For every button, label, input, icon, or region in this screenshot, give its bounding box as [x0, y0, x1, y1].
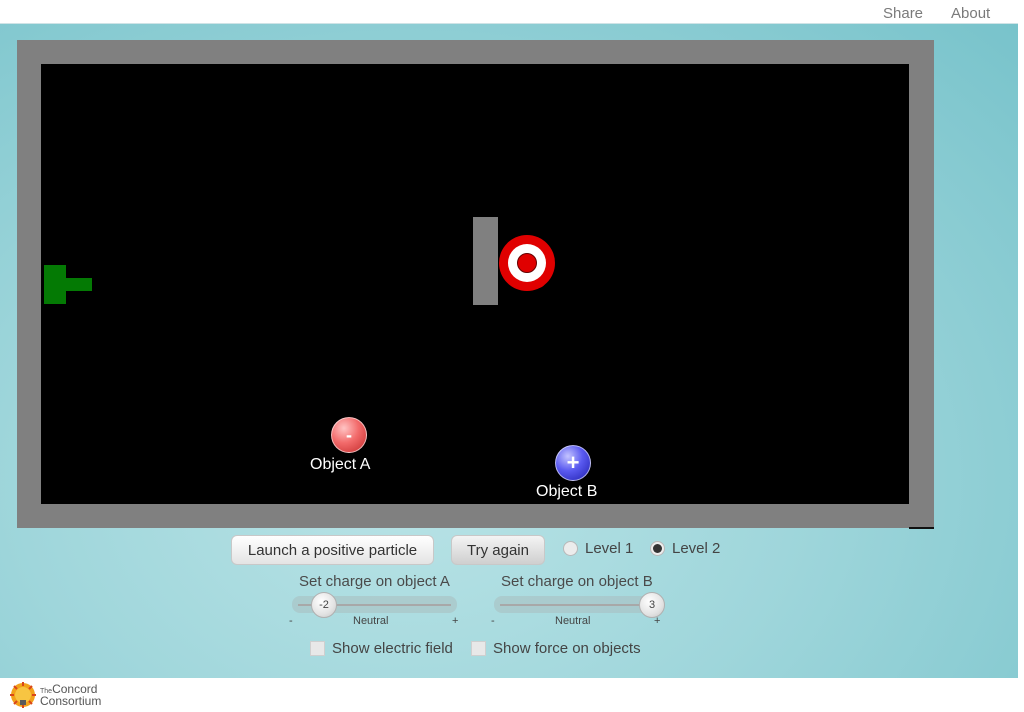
object-a-label: Object A: [310, 456, 371, 473]
lightbulb-sun-icon: [10, 682, 36, 708]
level-2-option[interactable]: Level 2: [650, 540, 720, 557]
slider-b-track[interactable]: [500, 604, 653, 606]
slider-a-max-label: +: [452, 615, 459, 627]
show-force-option[interactable]: Show force on objects: [471, 640, 641, 657]
slider-a-title: Set charge on object A: [299, 573, 450, 590]
bullseye-target: [499, 235, 555, 291]
barrier-wall: [473, 217, 498, 305]
slider-b-mid-label: Neutral: [555, 615, 591, 627]
radio-selected-dot: [653, 544, 662, 553]
level-1-label: Level 1: [585, 540, 634, 557]
show-electric-field-checkbox[interactable]: [310, 641, 325, 656]
level-1-radio[interactable]: [563, 541, 578, 556]
logo-consortium: Consortium: [40, 694, 102, 708]
slider-b-max-label: +: [654, 615, 661, 627]
launch-particle-button[interactable]: Launch a positive particle: [231, 535, 434, 565]
share-link[interactable]: Share: [883, 5, 923, 22]
top-bar: Share About: [0, 0, 1018, 24]
show-force-checkbox[interactable]: [471, 641, 486, 656]
slider-a-knob[interactable]: -2: [311, 592, 337, 618]
logo-text: TheConcord Consortium: [40, 683, 101, 707]
show-electric-field-option[interactable]: Show electric field: [310, 640, 453, 657]
object-a-charge[interactable]: -: [331, 417, 367, 453]
footer: [0, 678, 1018, 712]
concord-consortium-logo[interactable]: TheConcord Consortium: [9, 681, 101, 709]
object-b-label: Object B: [536, 483, 598, 500]
slider-b-knob[interactable]: 3: [639, 592, 665, 618]
object-b-charge[interactable]: +: [555, 445, 591, 481]
slider-a-mid-label: Neutral: [353, 615, 389, 627]
frame-corner-divider: [909, 527, 934, 529]
target-ring: [508, 244, 546, 282]
slider-b-min-label: -: [491, 615, 495, 627]
show-electric-field-label: Show electric field: [332, 640, 453, 657]
level-1-option[interactable]: Level 1: [563, 540, 633, 557]
about-link[interactable]: About: [951, 5, 990, 22]
slider-a-min-label: -: [289, 615, 293, 627]
level-2-radio[interactable]: [650, 541, 665, 556]
particle-launcher-body: [44, 265, 66, 304]
page-edge: [1018, 0, 1024, 712]
show-force-label: Show force on objects: [493, 640, 641, 657]
particle-launcher-barrel: [66, 278, 92, 291]
level-2-label: Level 2: [672, 540, 721, 557]
positive-sign-icon: +: [566, 450, 580, 475]
try-again-button[interactable]: Try again: [451, 535, 545, 565]
slider-b-title: Set charge on object B: [501, 573, 653, 590]
negative-sign-icon: -: [346, 424, 352, 445]
target-center: [517, 253, 537, 273]
